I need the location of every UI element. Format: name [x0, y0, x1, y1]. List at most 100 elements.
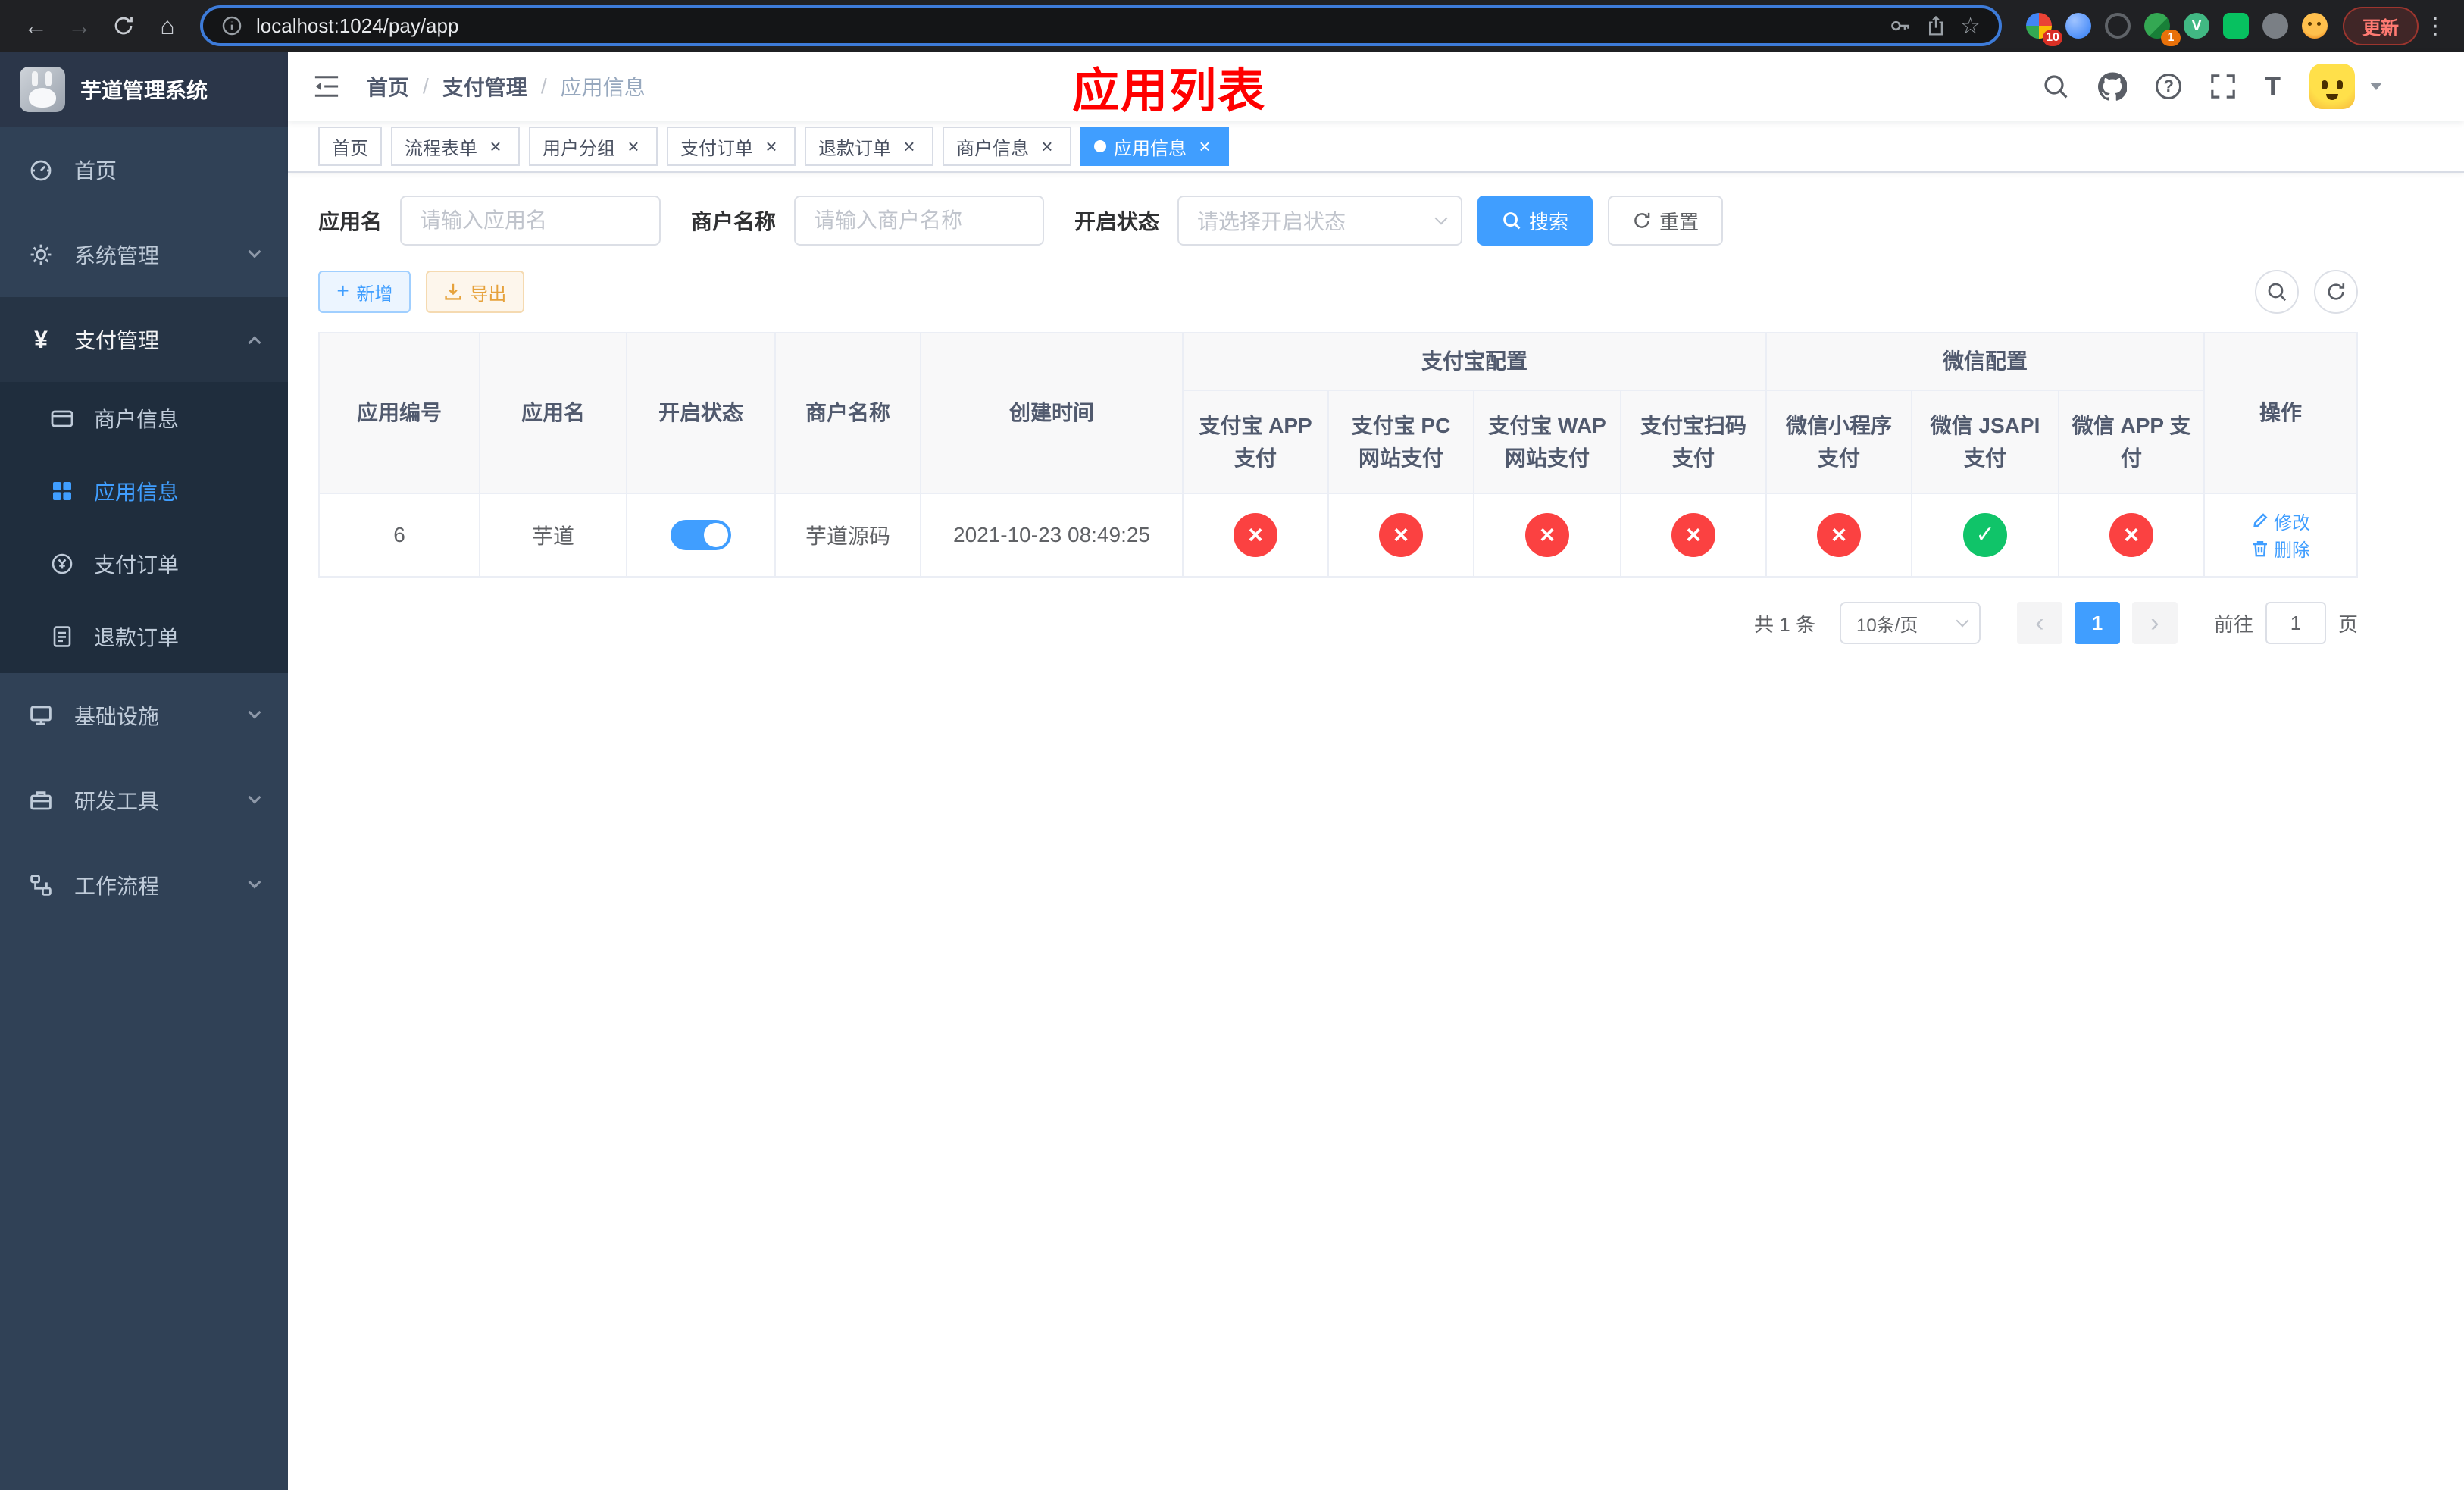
tab-close-icon[interactable] [1037, 136, 1058, 157]
pencil-icon [2253, 513, 2268, 527]
chevron-down-icon [248, 245, 261, 258]
tab-process-form[interactable]: 流程表单 [391, 127, 520, 166]
search-button-label: 搜索 [1529, 210, 1569, 233]
sidebar-item-merchant-info[interactable]: 商户信息 [0, 382, 288, 455]
pagination: 共 1 条 10条/页 1 前往 页 [318, 602, 2358, 644]
refund-order-icon [53, 626, 71, 647]
share-icon[interactable] [1925, 15, 1946, 36]
tab-label: 用户分组 [543, 138, 615, 159]
tab-close-icon[interactable] [761, 136, 782, 157]
sidebar-item-pay[interactable]: 支付管理 [0, 297, 288, 382]
sidebar-item-system[interactable]: 系统管理 [0, 212, 288, 297]
tab-close-icon[interactable] [899, 136, 920, 157]
password-key-icon[interactable] [1889, 14, 1912, 37]
browser-update-button[interactable]: 更新 [2343, 6, 2419, 45]
status-select[interactable]: 请选择开启状态 [1177, 196, 1463, 246]
column-header-id: 应用编号 [318, 332, 480, 494]
column-header-action: 操作 [2203, 332, 2358, 494]
extension-colorful-icon[interactable]: 10 [2026, 13, 2062, 46]
sidebar-item-devtools[interactable]: 研发工具 [0, 758, 288, 843]
chevron-down-icon [1956, 614, 1969, 628]
tab-label: 退款订单 [818, 138, 891, 159]
user-menu-caret-icon[interactable] [2370, 83, 2382, 90]
search-button[interactable]: 搜索 [1477, 196, 1593, 246]
forward-icon[interactable] [59, 5, 100, 46]
column-group-wechat: 微信配置 [1765, 332, 2206, 391]
navbar-actions [2042, 64, 2382, 109]
browser-menu-icon[interactable] [2422, 13, 2449, 39]
bookmark-star-icon[interactable] [1960, 13, 1981, 39]
prev-page-button[interactable] [2016, 602, 2062, 644]
app-name-input[interactable] [400, 196, 661, 246]
tab-pay-order[interactable]: 支付订单 [667, 127, 796, 166]
extension-blue-icon[interactable] [2065, 13, 2091, 39]
reload-icon[interactable] [103, 5, 144, 46]
column-header-alipay-pc: 支付宝 PC 网站支付 [1327, 390, 1474, 494]
extension-dark-icon[interactable] [2105, 13, 2131, 39]
navbar: 首页 / 支付管理 / 应用信息 应用列表 [288, 52, 2464, 121]
sidebar-item-home[interactable]: 首页 [0, 127, 288, 212]
extension-vue-devtools-icon[interactable] [2184, 13, 2209, 39]
font-size-icon[interactable] [2265, 74, 2281, 99]
app-title: 芋道管理系统 [80, 79, 208, 102]
sidebar-item-app-info[interactable]: 应用信息 [0, 455, 288, 527]
column-header-status: 开启状态 [626, 332, 776, 494]
toggle-knob [704, 523, 728, 547]
app-logo[interactable]: 芋道管理系统 [0, 52, 288, 127]
next-page-button[interactable] [2131, 602, 2178, 644]
breadcrumb-home[interactable]: 首页 [367, 71, 409, 102]
site-info-icon[interactable] [221, 15, 242, 36]
status-toggle[interactable] [671, 520, 731, 550]
delete-link[interactable]: 删除 [2251, 535, 2310, 562]
export-button[interactable]: 导出 [426, 271, 525, 313]
user-avatar[interactable] [2309, 64, 2355, 109]
toggle-search-button[interactable] [2255, 270, 2299, 314]
cell-alipay-app [1182, 493, 1329, 578]
edit-link[interactable]: 修改 [2251, 508, 2310, 534]
browser-profile-avatar[interactable] [2302, 13, 2328, 39]
add-button-label: 新增 [356, 283, 393, 305]
home-icon[interactable] [147, 5, 188, 46]
tab-refund-order[interactable]: 退款订单 [805, 127, 933, 166]
help-icon[interactable] [2156, 74, 2182, 99]
github-icon[interactable] [2098, 72, 2128, 101]
sidebar-item-label: 基础设施 [74, 705, 160, 728]
disabled-status-icon [1525, 513, 1569, 557]
reset-button[interactable]: 重置 [1608, 196, 1724, 246]
extensions-puzzle-icon[interactable] [2262, 13, 2288, 39]
tab-close-icon[interactable] [485, 136, 506, 157]
breadcrumb-pay[interactable]: 支付管理 [442, 71, 527, 102]
add-button[interactable]: 新增 [318, 271, 411, 313]
page-size-select[interactable]: 10条/页 [1839, 602, 1981, 644]
tab-app-info[interactable]: 应用信息 [1080, 127, 1229, 166]
back-icon[interactable] [15, 5, 56, 46]
merchant-name-input[interactable] [794, 196, 1045, 246]
tab-home[interactable]: 首页 [318, 127, 382, 166]
sidebar-toggle-icon[interactable] [312, 74, 341, 99]
chevron-down-icon [248, 706, 261, 719]
breadcrumb: 首页 / 支付管理 / 应用信息 [367, 71, 646, 102]
refresh-table-button[interactable] [2314, 270, 2358, 314]
tab-close-icon[interactable] [1194, 136, 1215, 157]
tab-close-icon[interactable] [623, 136, 644, 157]
workflow-icon [30, 875, 52, 896]
header-search-icon[interactable] [2042, 73, 2069, 100]
page-button-1[interactable]: 1 [2074, 602, 2120, 644]
extension-wechat-icon[interactable] [2223, 13, 2249, 39]
select-placeholder: 请选择开启状态 [1197, 210, 1346, 233]
sidebar-item-pay-order[interactable]: 支付订单 [0, 527, 288, 600]
column-header-wechat-app: 微信 APP 支付 [2058, 390, 2206, 494]
fullscreen-icon[interactable] [2210, 74, 2236, 99]
tab-merchant-info[interactable]: 商户信息 [943, 127, 1071, 166]
tab-user-group[interactable]: 用户分组 [529, 127, 658, 166]
sidebar-item-workflow[interactable]: 工作流程 [0, 843, 288, 928]
url-text[interactable]: localhost:1024/pay/app [256, 14, 1875, 38]
filter-label-app-name: 应用名 [318, 210, 383, 233]
extension-translate-icon[interactable]: 1 [2144, 13, 2181, 46]
sidebar-item-refund-order[interactable]: 退款订单 [0, 600, 288, 673]
logo-avatar-image [20, 67, 65, 112]
filter-form: 应用名 商户名称 开启状态 请选择开启状态 搜索 重置 [318, 196, 2358, 246]
sidebar-item-infrastructure[interactable]: 基础设施 [0, 673, 288, 758]
address-bar[interactable]: localhost:1024/pay/app [200, 5, 2002, 46]
goto-page-input[interactable] [2265, 602, 2326, 644]
